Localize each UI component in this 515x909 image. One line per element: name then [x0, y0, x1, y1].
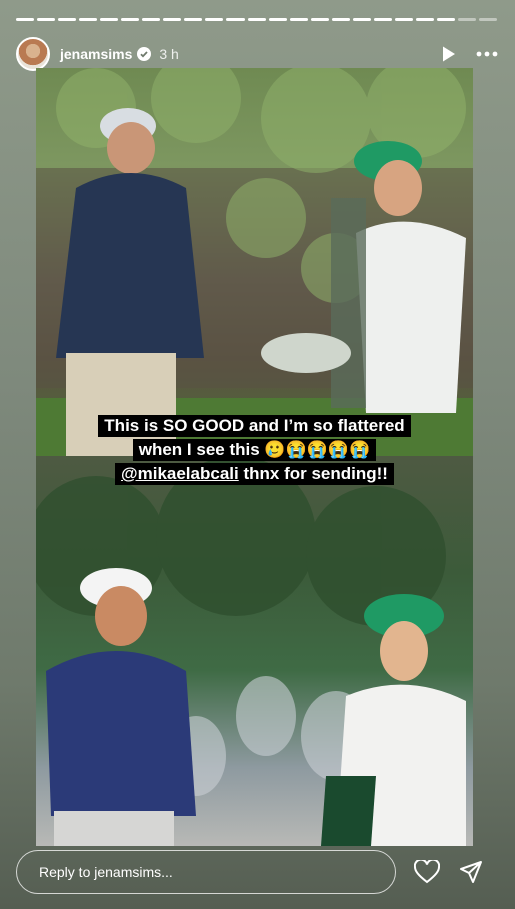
- more-icon[interactable]: [475, 42, 499, 66]
- post-time: 3 h: [159, 46, 179, 62]
- caption-line-1: This is SO GOOD and I’m so flattered: [98, 415, 411, 437]
- progress-segment: [226, 18, 245, 21]
- story-photo-bottom: [36, 456, 473, 846]
- caption-line-3: @mikaelabcali thnx for sending!!: [115, 463, 394, 485]
- mention-link[interactable]: @mikaelabcali: [121, 464, 239, 483]
- progress-segment: [121, 18, 140, 21]
- avatar[interactable]: [16, 37, 50, 71]
- progress-segment: [479, 18, 498, 21]
- progress-segment: [373, 18, 392, 21]
- caption-line-3-text: thnx for sending!!: [238, 464, 388, 483]
- story-footer: Reply to jenamsims...: [16, 848, 497, 896]
- progress-segment: [268, 18, 287, 21]
- story-header: jenamsims 3 h: [16, 36, 499, 72]
- progress-segment: [100, 18, 119, 21]
- progress-segment: [289, 18, 308, 21]
- progress-segment: [310, 18, 329, 21]
- progress-segment: [394, 18, 413, 21]
- progress-segment: [163, 18, 182, 21]
- progress-segment: [58, 18, 77, 21]
- progress-segment: [79, 18, 98, 21]
- progress-segment: [457, 18, 477, 21]
- reply-placeholder: Reply to jenamsims...: [39, 864, 173, 880]
- story-photo-top: [36, 68, 473, 456]
- share-icon[interactable]: [458, 859, 484, 885]
- progress-segment: [184, 18, 203, 21]
- progress-segment: [37, 18, 56, 21]
- heart-icon[interactable]: [414, 859, 440, 885]
- story-media[interactable]: This is SO GOOD and I’m so flattered whe…: [36, 68, 473, 846]
- progress-segment: [142, 18, 161, 21]
- story-progress-bar: [16, 18, 498, 21]
- progress-segment: [247, 18, 266, 21]
- play-icon[interactable]: [437, 42, 461, 66]
- progress-segment: [436, 18, 455, 21]
- progress-segment: [16, 18, 35, 21]
- story-caption: This is SO GOOD and I’m so flattered whe…: [36, 415, 473, 487]
- verified-icon: [137, 47, 152, 61]
- username[interactable]: jenamsims: [60, 46, 132, 62]
- caption-line-2: when I see this 🥲😭😭😭😭: [132, 439, 377, 461]
- reply-input[interactable]: Reply to jenamsims...: [16, 850, 396, 894]
- progress-segment: [205, 18, 224, 21]
- progress-segment: [415, 18, 434, 21]
- progress-segment: [331, 18, 350, 21]
- progress-segment: [352, 18, 371, 21]
